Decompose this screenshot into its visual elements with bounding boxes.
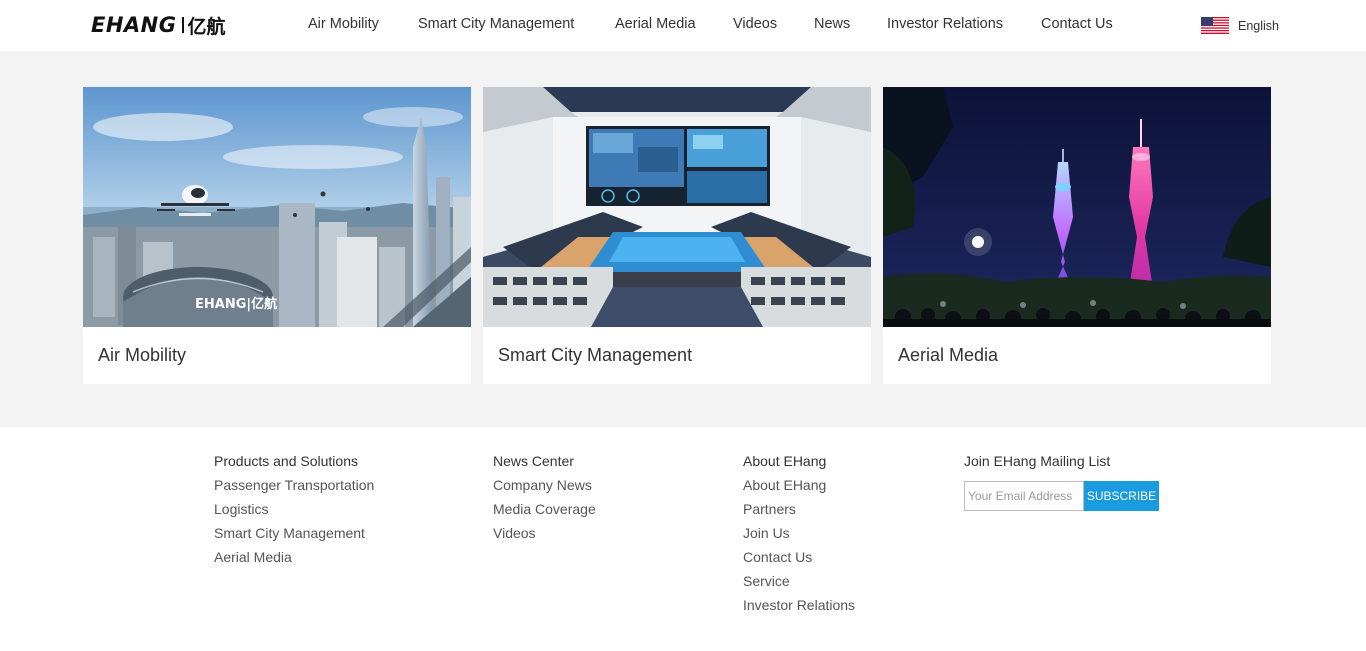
logo-wordmark: EHANG [91,13,177,37]
nav-news[interactable]: News [814,16,850,32]
footer-link-smart-city-management[interactable]: Smart City Management [214,525,374,549]
card-label-air-mobility: Air Mobility [98,345,187,365]
email-input[interactable] [964,481,1084,511]
footer-heading-news: News Center [493,453,574,469]
footer-col-mailing: Join EHang Mailing List [964,453,1110,469]
footer-link-about-ehang[interactable]: About EHang [743,477,855,501]
card-aerial-media[interactable]: Aerial Media [883,87,1271,384]
building-logo-text: EHANG|亿航 [195,296,277,312]
logo-chinese: 亿航 [187,15,226,38]
footer-link-company-news[interactable]: Company News [493,477,596,501]
canton-tower-night-image [883,87,1271,327]
mailing-list-heading: Join EHang Mailing List [964,453,1111,469]
card-label-aerial-media: Aerial Media [898,345,999,365]
footer-link-contact-us[interactable]: Contact Us [743,549,855,573]
nav-videos[interactable]: Videos [733,16,777,32]
footer-link-logistics[interactable]: Logistics [214,501,374,525]
mailing-list-form: SUBSCRIBE [964,481,1159,511]
footer-link-media-coverage[interactable]: Media Coverage [493,501,596,525]
nav-air-mobility[interactable]: Air Mobility [308,16,379,32]
nav-aerial-media[interactable]: Aerial Media [615,16,696,32]
site-footer: Products and Solutions Passenger Transpo… [0,427,1366,651]
footer-link-investor-relations[interactable]: Investor Relations [743,597,855,621]
language-selector[interactable]: English [1201,17,1279,34]
footer-heading-about: About EHang [743,453,827,469]
footer-link-join-us[interactable]: Join Us [743,525,855,549]
footer-heading-products: Products and Solutions [214,453,358,469]
site-header: EHANG 亿航 Air Mobility Smart City Managem… [0,0,1366,51]
footer-link-passenger-transportation[interactable]: Passenger Transportation [214,477,374,501]
language-label: English [1238,18,1279,33]
footer-link-videos[interactable]: Videos [493,525,596,549]
footer-link-service[interactable]: Service [743,573,855,597]
card-label-smart-city-management: Smart City Management [498,345,693,365]
nav-contact-us[interactable]: Contact Us [1041,16,1113,32]
nav-investor-relations[interactable]: Investor Relations [887,16,1003,32]
subscribe-button[interactable]: SUBSCRIBE [1084,481,1159,511]
card-air-mobility[interactable]: EHANG|亿航 Air Mobility [83,87,471,384]
footer-col-about: About EHang About EHang Partners Join Us… [743,453,855,621]
air-mobility-city-image: EHANG|亿航 [83,87,471,327]
footer-col-news: News Center Company News Media Coverage … [493,453,596,549]
footer-link-aerial-media[interactable]: Aerial Media [214,549,374,573]
ehang-logo[interactable]: EHANG 亿航 [91,13,226,38]
card-smart-city-management[interactable]: Smart City Management [483,87,871,384]
footer-link-partners[interactable]: Partners [743,501,855,525]
command-center-image [483,87,871,327]
nav-smart-city-management[interactable]: Smart City Management [418,16,574,32]
footer-col-products: Products and Solutions Passenger Transpo… [214,453,374,573]
us-flag-icon [1201,17,1229,34]
logo-divider [181,17,184,33]
